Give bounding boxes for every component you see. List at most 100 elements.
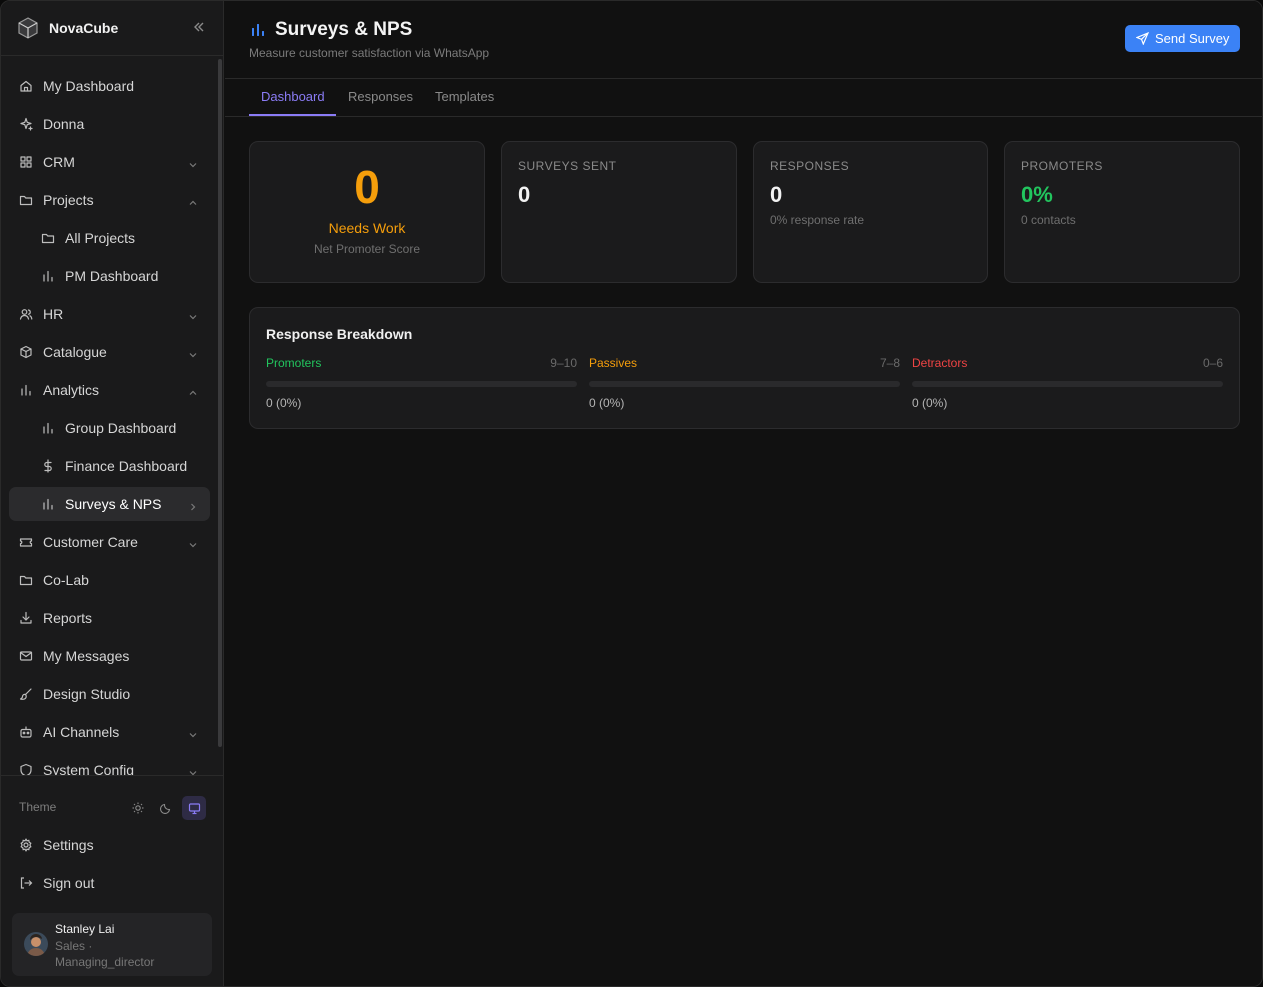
settings-label: Settings (43, 837, 94, 853)
sidebar-item-ai-channels[interactable]: AI Channels (9, 715, 210, 749)
user-position: Managing_director (55, 955, 155, 969)
sidebar-item-label: Surveys & NPS (65, 496, 162, 512)
theme-switcher: Theme (19, 796, 209, 820)
sidebar: NovaCube My Dashboard Donna CRM Projects All… (1, 1, 224, 986)
send-survey-label: Send Survey (1155, 31, 1230, 46)
breakdown-segment-passives: Passives 7–8 0 (0%) (589, 356, 900, 416)
sidebar-item-catalogue[interactable]: Catalogue (9, 335, 210, 369)
chevron-down-icon[interactable] (188, 347, 198, 358)
settings-link[interactable]: Settings (9, 828, 210, 862)
segment-count: 0 (0%) (589, 396, 625, 410)
tab-responses[interactable]: Responses (348, 79, 413, 116)
nps-caption: Net Promoter Score (313, 242, 421, 256)
folder-icon (41, 231, 55, 245)
sidebar-item-co-lab[interactable]: Co-Lab (9, 563, 210, 597)
light-theme-icon[interactable] (126, 796, 150, 820)
folder-icon (19, 573, 33, 587)
dark-theme-icon[interactable] (154, 796, 178, 820)
grid-icon (19, 155, 33, 169)
sidebar-item-label: Analytics (43, 382, 100, 398)
dollar-icon (41, 459, 55, 473)
chevron-down-icon[interactable] (188, 309, 198, 320)
sidebar-item-design-studio[interactable]: Design Studio (9, 677, 210, 711)
responses-card: RESPONSES 0 0% response rate (753, 141, 988, 283)
download-icon (19, 611, 33, 625)
sidebar-item-crm[interactable]: CRM (9, 145, 210, 179)
sidebar-item-surveys-nps[interactable]: Surveys & NPS (9, 487, 210, 521)
tab-templates[interactable]: Templates (435, 79, 494, 116)
surveys-sent-value: 0 (518, 182, 531, 207)
tab-bar: Dashboard Responses Templates (225, 79, 1262, 117)
sidebar-item-label: Group Dashboard (65, 420, 177, 436)
sidebar-item-donna[interactable]: Donna (9, 107, 210, 141)
sidebar-item-label: Projects (43, 192, 94, 208)
user-profile-card[interactable]: Stanley Lai Sales · Managing_director (12, 913, 212, 976)
sidebar-item-reports[interactable]: Reports (9, 601, 210, 635)
promoters-contacts: 0 contacts (1021, 213, 1076, 227)
response-breakdown-card: Response Breakdown Promoters 9–10 0 (0%) Pa… (249, 307, 1240, 429)
sidebar-item-projects[interactable]: Projects (9, 183, 210, 217)
chevron-down-icon[interactable] (188, 727, 198, 738)
nps-status: Needs Work (328, 220, 406, 236)
segment-progress-bar (912, 381, 1223, 387)
chevron-down-icon[interactable] (188, 537, 198, 548)
user-role: Sales · Managing_director (55, 938, 205, 970)
sidebar-item-group-dashboard[interactable]: Group Dashboard (9, 411, 210, 445)
breakdown-title: Response Breakdown (266, 326, 413, 342)
signout-link[interactable]: Sign out (9, 866, 210, 900)
sidebar-item-label: Design Studio (43, 686, 131, 702)
send-icon (1135, 31, 1150, 46)
sidebar-item-hr[interactable]: HR (9, 297, 210, 331)
sidebar-item-label: HR (43, 306, 64, 322)
sidebar-item-pm-dashboard[interactable]: PM Dashboard (9, 259, 210, 293)
home-icon (19, 79, 33, 93)
sidebar-item-analytics[interactable]: Analytics (9, 373, 210, 407)
bot-icon (19, 725, 33, 739)
segment-count: 0 (0%) (266, 396, 302, 410)
box-icon (19, 345, 33, 359)
chevron-down-icon[interactable] (188, 765, 198, 775)
sidebar-item-label: My Dashboard (43, 78, 135, 94)
segment-range: 0–6 (1202, 356, 1223, 370)
sidebar-item-label: Customer Care (43, 534, 138, 550)
chevron-down-icon[interactable] (188, 157, 198, 168)
sidebar-item-my-dashboard[interactable]: My Dashboard (9, 69, 210, 103)
sidebar-item-label: All Projects (65, 230, 136, 246)
user-name: Stanley Lai (55, 922, 115, 936)
sidebar-item-label: Co-Lab (43, 572, 89, 588)
sidebar-item-finance-dashboard[interactable]: Finance Dashboard (9, 449, 210, 483)
brand-name: NovaCube (49, 20, 119, 36)
theme-label: Theme (19, 800, 57, 814)
cube-logo-icon (17, 17, 39, 39)
system-theme-icon[interactable] (182, 796, 206, 820)
tab-dashboard[interactable]: Dashboard (249, 79, 336, 116)
segment-range: 7–8 (879, 356, 900, 370)
sidebar-item-label: Finance Dashboard (65, 458, 188, 474)
sidebar-item-label: Reports (43, 610, 93, 626)
sidebar-item-label: Donna (43, 116, 85, 132)
chevron-up-icon[interactable] (188, 385, 198, 395)
bar-chart-icon (19, 383, 33, 397)
sidebar-item-label: PM Dashboard (65, 268, 159, 284)
promoters-value: 0% (1021, 182, 1053, 207)
gear-icon (19, 838, 33, 852)
sidebar-item-label: Catalogue (43, 344, 107, 360)
avatar (24, 932, 48, 956)
folder-icon (19, 193, 33, 207)
sidebar-item-all-projects[interactable]: All Projects (9, 221, 210, 255)
bar-chart-icon (41, 269, 55, 283)
page-header: Surveys & NPS Measure customer satisfact… (225, 1, 1262, 79)
segment-progress-bar (266, 381, 577, 387)
sidebar-item-label: My Messages (43, 648, 130, 664)
sidebar-item-system-config[interactable]: System Config (9, 753, 210, 775)
sidebar-item-my-messages[interactable]: My Messages (9, 639, 210, 673)
sidebar-scrollbar[interactable] (218, 59, 222, 747)
collapse-sidebar-icon[interactable] (192, 20, 206, 34)
chevron-right-icon[interactable] (188, 499, 198, 511)
send-survey-button[interactable]: Send Survey (1125, 25, 1240, 52)
sidebar-item-customer-care[interactable]: Customer Care (9, 525, 210, 559)
mail-icon (19, 649, 33, 663)
breakdown-segment-detractors: Detractors 0–6 0 (0%) (912, 356, 1223, 416)
chevron-up-icon[interactable] (188, 195, 198, 205)
bar-chart-icon (250, 22, 266, 38)
